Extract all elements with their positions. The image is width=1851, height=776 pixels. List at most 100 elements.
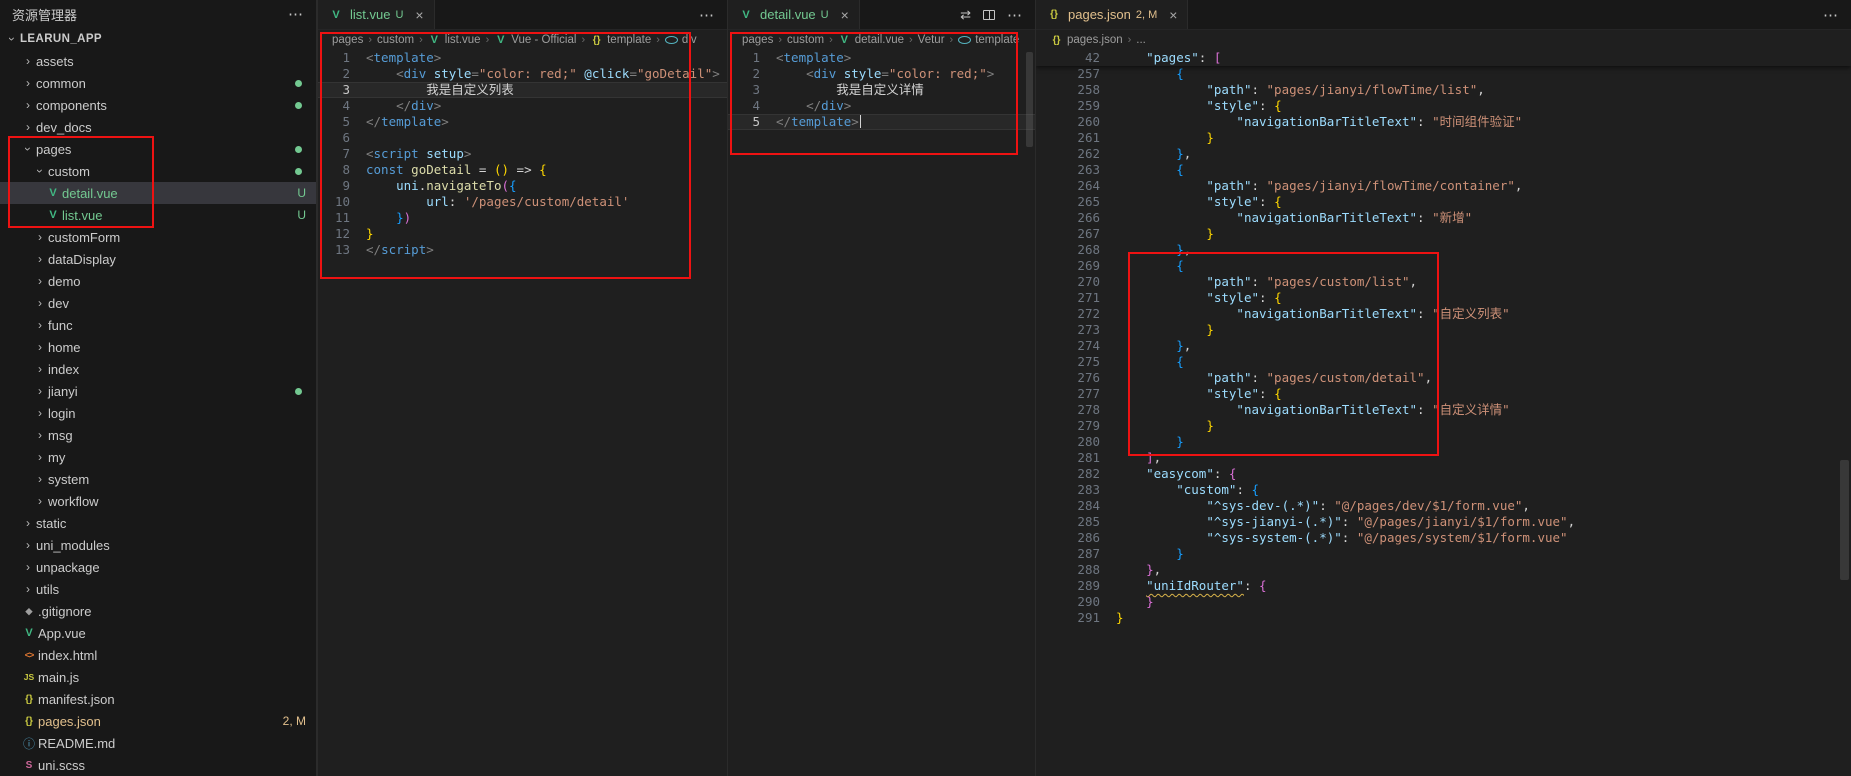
- json-icon: {}: [21, 716, 37, 727]
- tab-pages-json[interactable]: {} pages.json 2, M ×: [1036, 0, 1188, 29]
- tree-item-uni-modules[interactable]: ›uni_modules: [0, 534, 316, 556]
- more-actions-icon[interactable]: ⋯: [699, 6, 715, 24]
- editor-pane-list-vue: V list.vue U × ⋯ pages›custom›Vlist.vue›…: [317, 0, 727, 776]
- tree-item-workflow[interactable]: ›workflow: [0, 490, 316, 512]
- explorer-more-actions-icon[interactable]: ⋯: [288, 5, 304, 23]
- code-line: 274 },: [1036, 338, 1851, 354]
- breadcrumb-item-pages[interactable]: pages: [332, 34, 363, 46]
- tree-item-label: assets: [36, 54, 74, 69]
- line-number: 288: [1036, 562, 1116, 578]
- code-line: 282 "easycom": {: [1036, 466, 1851, 482]
- tree-item-jianyi[interactable]: ›jianyi: [0, 380, 316, 402]
- tree-item-my[interactable]: ›my: [0, 446, 316, 468]
- tree-item-assets[interactable]: ›assets: [0, 50, 316, 72]
- close-icon[interactable]: ×: [1169, 8, 1177, 22]
- tree-item-pages-json[interactable]: {}pages.json2, M: [0, 710, 316, 732]
- tree-item-static[interactable]: ›static: [0, 512, 316, 534]
- breadcrumb-item-list-vue[interactable]: Vlist.vue: [428, 34, 481, 46]
- code-editor-list-vue[interactable]: 1<template>2 <div style="color: red;" @c…: [318, 50, 727, 776]
- tree-item-system[interactable]: ›system: [0, 468, 316, 490]
- breadcrumb-item-div[interactable]: div: [665, 34, 697, 46]
- tree-item-common[interactable]: ›common: [0, 72, 316, 94]
- tree-item-gitignore[interactable]: ◆.gitignore: [0, 600, 316, 622]
- line-number: 9: [318, 178, 366, 194]
- tree-item-utils[interactable]: ›utils: [0, 578, 316, 600]
- json-icon: {}: [1046, 9, 1062, 20]
- tab-detail-vue[interactable]: V detail.vue U ×: [728, 0, 860, 29]
- line-number: 8: [318, 162, 366, 178]
- breadcrumb-item-vetur[interactable]: Vetur: [918, 34, 945, 46]
- split-editor-icon[interactable]: [983, 10, 995, 20]
- vscode-window: 资源管理器 ⋯ ›LEARUN_APP›assets›common›compon…: [0, 0, 1851, 776]
- tree-item-func[interactable]: ›func: [0, 314, 316, 336]
- line-number: 265: [1036, 194, 1116, 210]
- tree-item-list-vue[interactable]: Vlist.vueU: [0, 204, 316, 226]
- explorer-title: 资源管理器: [12, 5, 288, 24]
- vue-icon: V: [45, 187, 61, 199]
- breadcrumb-item-custom[interactable]: custom: [377, 34, 414, 46]
- breadcrumb-separator-icon: ›: [368, 34, 372, 46]
- line-number: 42: [1036, 50, 1116, 66]
- tree-item-manifest-json[interactable]: {}manifest.json: [0, 688, 316, 710]
- chevron-down-icon: ›: [21, 141, 35, 157]
- tree-item-datadisplay[interactable]: ›dataDisplay: [0, 248, 316, 270]
- tree-item-label: login: [48, 406, 75, 421]
- tree-item-label: uni.scss: [38, 758, 85, 773]
- tree-item-home[interactable]: ›home: [0, 336, 316, 358]
- code-line: 1<template>: [728, 50, 1035, 66]
- code-line: 13</script>: [318, 242, 727, 258]
- tree-item-main-js[interactable]: JSmain.js: [0, 666, 316, 688]
- line-number: 1: [728, 50, 776, 66]
- tabbar-1: V list.vue U × ⋯: [318, 0, 727, 30]
- breadcrumb-item-vue-official[interactable]: VVue - Official: [494, 34, 576, 46]
- chevron-right-icon: ›: [20, 516, 36, 530]
- json-icon: {}: [21, 694, 37, 705]
- line-number: 285: [1036, 514, 1116, 530]
- breadcrumb-item-template[interactable]: template: [958, 34, 1019, 46]
- tree-item-index-html[interactable]: <>index.html: [0, 644, 316, 666]
- tree-item-dev-docs[interactable]: ›dev_docs: [0, 116, 316, 138]
- tree-item-dev[interactable]: ›dev: [0, 292, 316, 314]
- scrollbar-thumb[interactable]: [1840, 460, 1849, 580]
- close-icon[interactable]: ×: [415, 8, 423, 22]
- tab-list-vue[interactable]: V list.vue U ×: [318, 0, 435, 29]
- tree-item-readme-md[interactable]: ⓘREADME.md: [0, 732, 316, 754]
- modified-dot-icon: [295, 388, 302, 395]
- breadcrumb-item-detail-vue[interactable]: Vdetail.vue: [838, 34, 904, 46]
- code-editor-detail-vue[interactable]: 1<template>2 <div style="color: red;">3 …: [728, 50, 1035, 776]
- tree-item-label: static: [36, 516, 66, 531]
- open-changes-icon[interactable]: ⇄: [960, 7, 971, 23]
- tree-item-demo[interactable]: ›demo: [0, 270, 316, 292]
- scrollbar-thumb[interactable]: [1026, 52, 1033, 147]
- chevron-right-icon: ›: [32, 318, 48, 332]
- more-actions-icon[interactable]: ⋯: [1007, 6, 1023, 24]
- code-editor-pages-json[interactable]: 42 "pages": [257 {258 "path": "pages/jia…: [1036, 50, 1851, 776]
- tree-item-uni-scss[interactable]: Suni.scss: [0, 754, 316, 776]
- tree-item-index[interactable]: ›index: [0, 358, 316, 380]
- breadcrumb-item-custom[interactable]: custom: [787, 34, 824, 46]
- breadcrumb-item-pages-json[interactable]: {}pages.json: [1050, 34, 1123, 46]
- breadcrumb-item-pages[interactable]: pages: [742, 34, 773, 46]
- tree-item-components[interactable]: ›components: [0, 94, 316, 116]
- tree-item-customform[interactable]: ›customForm: [0, 226, 316, 248]
- close-icon[interactable]: ×: [841, 8, 849, 22]
- tree-item-unpackage[interactable]: ›unpackage: [0, 556, 316, 578]
- more-actions-icon[interactable]: ⋯: [1823, 6, 1839, 24]
- breadcrumb-item-[interactable]: ...: [1136, 34, 1146, 46]
- chevron-right-icon: ›: [20, 538, 36, 552]
- tree-item-pages[interactable]: ›pages: [0, 138, 316, 160]
- git-status-badge: U: [297, 208, 306, 222]
- tree-item-label: pages: [36, 142, 71, 157]
- line-number: 281: [1036, 450, 1116, 466]
- tree-root-learun-app[interactable]: ›LEARUN_APP: [0, 28, 316, 50]
- tree-item-label: msg: [48, 428, 73, 443]
- tree-item-msg[interactable]: ›msg: [0, 424, 316, 446]
- chevron-right-icon: ›: [32, 274, 48, 288]
- tree-item-label: pages.json: [38, 714, 101, 729]
- code-line: 278 "navigationBarTitleText": "自定义详情": [1036, 402, 1851, 418]
- tree-item-app-vue[interactable]: VApp.vue: [0, 622, 316, 644]
- breadcrumb-item-template[interactable]: {}template: [590, 34, 651, 46]
- tree-item-detail-vue[interactable]: Vdetail.vueU: [0, 182, 316, 204]
- tree-item-custom[interactable]: ›custom: [0, 160, 316, 182]
- tree-item-login[interactable]: ›login: [0, 402, 316, 424]
